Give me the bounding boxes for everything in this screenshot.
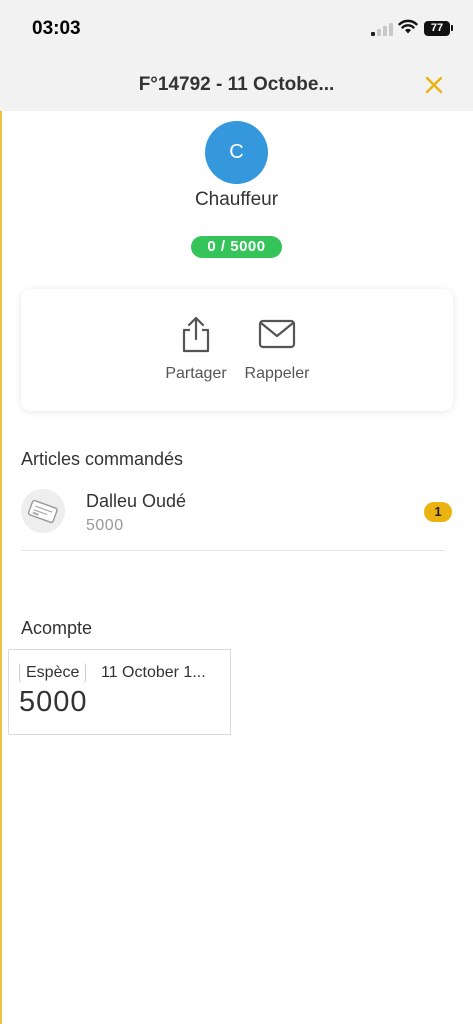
status-bar: 03:03 77 bbox=[0, 0, 473, 58]
progress-badge: 0 / 5000 bbox=[191, 236, 282, 258]
cellular-signal-icon bbox=[371, 22, 393, 36]
status-time: 03:03 bbox=[32, 18, 81, 39]
payment-date: 11 October 1... bbox=[101, 664, 206, 681]
mail-icon bbox=[258, 319, 296, 349]
profile-name: Chauffeur bbox=[194, 189, 279, 210]
article-name: Dalleu Oudé bbox=[86, 491, 187, 511]
battery-icon: 77 bbox=[424, 21, 450, 36]
window-edge bbox=[0, 0, 2, 1024]
action-card: Partager Rappeler bbox=[21, 289, 453, 411]
ticket-icon bbox=[21, 489, 65, 533]
page-title: F°14792 - 11 Octobe... bbox=[138, 74, 335, 95]
payment-card[interactable]: Espèce 11 October 1... 5000 bbox=[8, 649, 231, 735]
avatar: C bbox=[205, 121, 268, 184]
wifi-icon bbox=[398, 19, 418, 34]
article-price: 5000 bbox=[86, 517, 124, 534]
list-item[interactable]: Dalleu Oudé 5000 1 bbox=[21, 486, 452, 551]
payment-method-tag: Espèce bbox=[19, 663, 87, 683]
header: F°14792 - 11 Octobe... bbox=[0, 58, 473, 111]
share-icon bbox=[182, 316, 210, 353]
remind-button[interactable]: Rappeler bbox=[237, 315, 317, 383]
close-icon[interactable] bbox=[422, 73, 446, 97]
acompte-section-title: Acompte bbox=[21, 618, 93, 638]
battery-tip bbox=[451, 25, 453, 31]
share-button[interactable]: Partager bbox=[157, 315, 235, 383]
articles-section-title: Articles commandés bbox=[21, 449, 184, 469]
quantity-badge: 1 bbox=[424, 502, 452, 522]
payment-amount: 5000 bbox=[19, 686, 88, 718]
share-label: Partager bbox=[165, 365, 227, 382]
remind-label: Rappeler bbox=[244, 365, 310, 382]
